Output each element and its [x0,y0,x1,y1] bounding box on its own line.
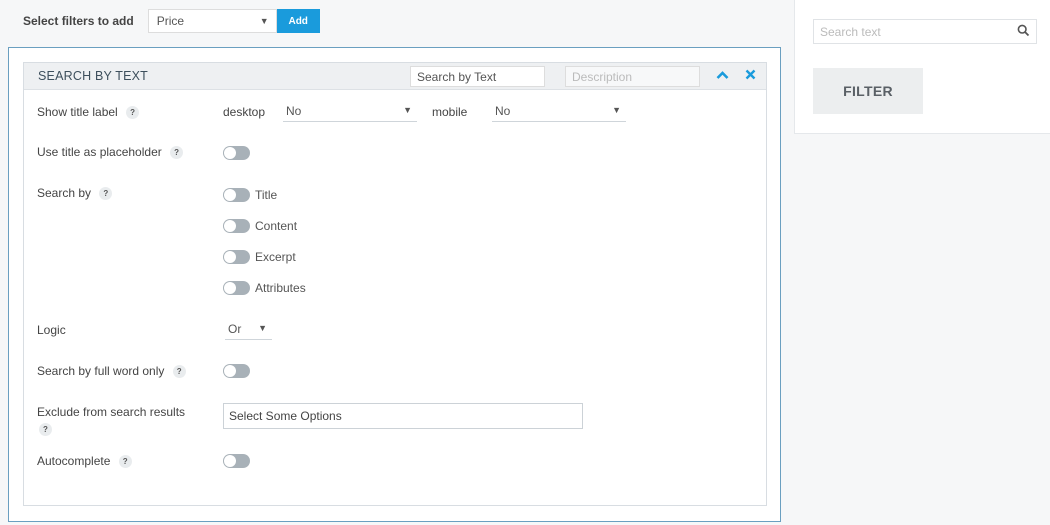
filter-type-value: Price [156,14,185,28]
search-by-content-toggle[interactable] [223,219,250,233]
chevron-down-icon: ▼ [259,16,269,26]
full-word-toggle[interactable] [223,364,250,378]
search-by-attributes-label: Attributes [255,281,306,295]
search-by-excerpt-label: Excerpt [255,250,296,264]
help-icon[interactable]: ? [118,455,132,469]
logic-select[interactable]: Or ▼ [225,322,272,340]
logic-label: Logic [37,323,66,337]
search-by-excerpt-toggle[interactable] [223,250,250,264]
autocomplete-text: Autocomplete [37,454,111,468]
use-title-placeholder-text: Use title as placeholder [37,145,162,159]
filters-editor-panel: SEARCH BY TEXT Search by Text Descriptio… [8,47,781,522]
help-icon[interactable]: ? [99,187,113,201]
filter-type-select[interactable]: Price ▼ [147,9,277,33]
add-filter-bar: Select filters to add Price ▼ Add [23,9,320,33]
mobile-label: mobile [432,105,468,119]
filter-description-input[interactable]: Description [565,66,700,87]
help-icon[interactable]: ? [170,146,184,160]
exclude-options-input[interactable]: Select Some Options [223,403,583,429]
filter-button[interactable]: FILTER [813,68,923,114]
search-by-text: Search by [37,186,92,200]
exclude-text: Exclude from search results [37,405,186,419]
filter-preview-panel: Search text FILTER [794,0,1050,134]
help-icon[interactable]: ? [172,365,186,379]
full-word-row: Search by full word only ? [37,364,186,379]
show-title-label-text: Show title label [37,105,118,119]
chevron-up-icon[interactable] [716,67,729,83]
add-filter-button[interactable]: Add [276,9,320,33]
filter-header: SEARCH BY TEXT Search by Text Descriptio… [24,63,766,90]
logic-value: Or [228,322,242,336]
search-by-row: Search by ? [37,186,113,201]
select-filters-label: Select filters to add [23,14,134,28]
chevron-down-icon: ▼ [258,323,267,333]
search-icon[interactable] [1017,24,1030,40]
chevron-down-icon: ▼ [612,105,621,115]
mobile-select[interactable]: No ▼ [492,104,626,122]
use-title-placeholder-toggle[interactable] [223,146,250,160]
search-by-text-filter: SEARCH BY TEXT Search by Text Descriptio… [23,62,767,506]
desktop-label: desktop [223,105,266,119]
desktop-select[interactable]: No ▼ [283,104,417,122]
use-title-placeholder-row: Use title as placeholder ? [37,145,184,160]
close-icon[interactable] [745,67,756,83]
search-by-attributes-toggle[interactable] [223,281,250,295]
help-icon[interactable]: ? [126,106,140,120]
preview-search-placeholder: Search text [820,24,881,39]
full-word-text: Search by full word only [37,364,165,378]
mobile-value: No [495,104,511,118]
chevron-down-icon: ▼ [403,105,412,115]
desktop-value: No [286,104,302,118]
autocomplete-toggle[interactable] [223,454,250,468]
show-title-label-row: Show title label ? [37,105,140,120]
search-by-title-label: Title [255,188,278,202]
autocomplete-row: Autocomplete ? [37,454,132,469]
preview-search-input[interactable]: Search text [813,19,1037,44]
help-icon[interactable]: ? [39,423,52,437]
search-by-title-toggle[interactable] [223,188,250,202]
exclude-row: Exclude from search results ? [37,404,202,438]
search-by-content-label: Content [255,219,298,233]
filter-title: SEARCH BY TEXT [38,69,149,83]
filter-title-input[interactable]: Search by Text [410,66,545,87]
